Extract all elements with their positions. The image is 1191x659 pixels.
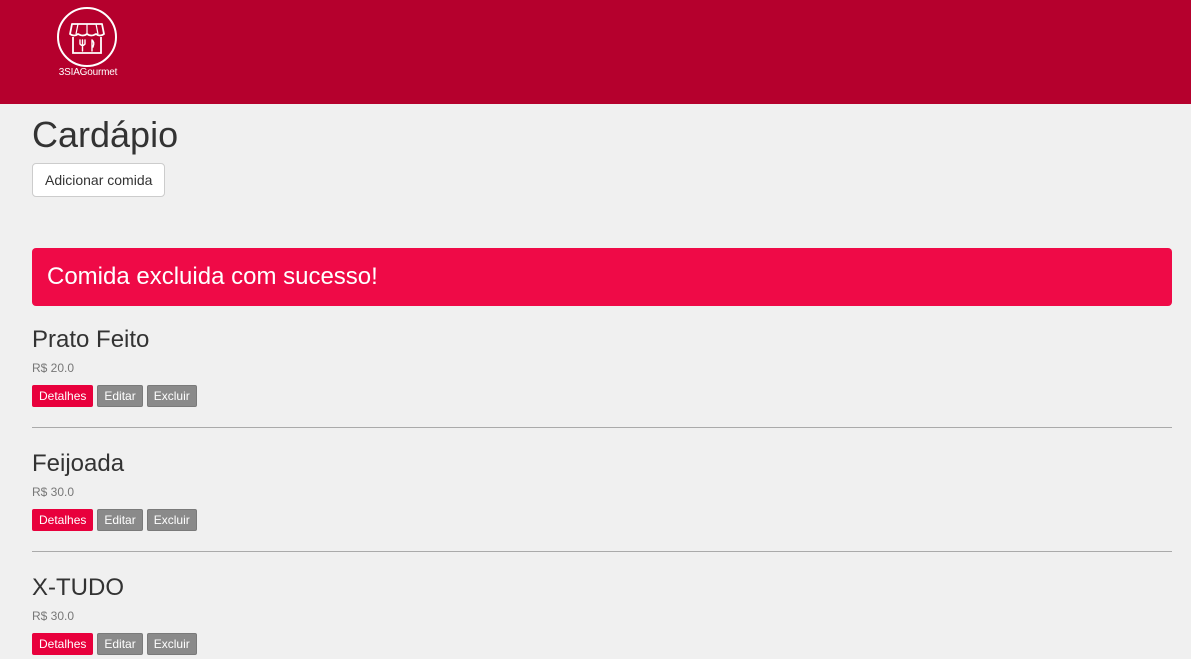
brand-name: 3SIAGourmet: [58, 67, 118, 78]
delete-button[interactable]: Excluir: [146, 385, 197, 407]
item-price: R$ 30.0: [32, 609, 75, 623]
item-divider: [32, 551, 1172, 552]
add-food-button[interactable]: Adicionar comida: [32, 163, 166, 197]
delete-button[interactable]: Excluir: [146, 509, 197, 531]
details-button[interactable]: Detalhes: [32, 385, 94, 407]
item-actions: Detalhes Editar Excluir: [32, 633, 197, 655]
success-alert: Comida excluida com sucesso!: [32, 248, 1172, 306]
item-name: Prato Feito: [32, 326, 150, 353]
item-price: R$ 20.0: [32, 361, 75, 375]
edit-button[interactable]: Editar: [97, 385, 143, 407]
item-price: R$ 30.0: [32, 485, 75, 499]
item-name: Feijoada: [32, 450, 125, 477]
delete-button[interactable]: Excluir: [146, 633, 197, 655]
brand-logo[interactable]: 3SIAGourmet: [56, 6, 120, 82]
edit-button[interactable]: Editar: [97, 633, 143, 655]
header-bar: 3SIAGourmet: [0, 0, 1191, 104]
restaurant-storefront-icon: [57, 7, 117, 67]
item-divider: [32, 427, 1172, 428]
item-name: X-TUDO: [32, 574, 124, 601]
edit-button[interactable]: Editar: [97, 509, 143, 531]
details-button[interactable]: Detalhes: [32, 509, 94, 531]
page-title: Cardápio: [32, 114, 179, 155]
item-actions: Detalhes Editar Excluir: [32, 385, 197, 407]
details-button[interactable]: Detalhes: [32, 633, 94, 655]
item-actions: Detalhes Editar Excluir: [32, 509, 197, 531]
